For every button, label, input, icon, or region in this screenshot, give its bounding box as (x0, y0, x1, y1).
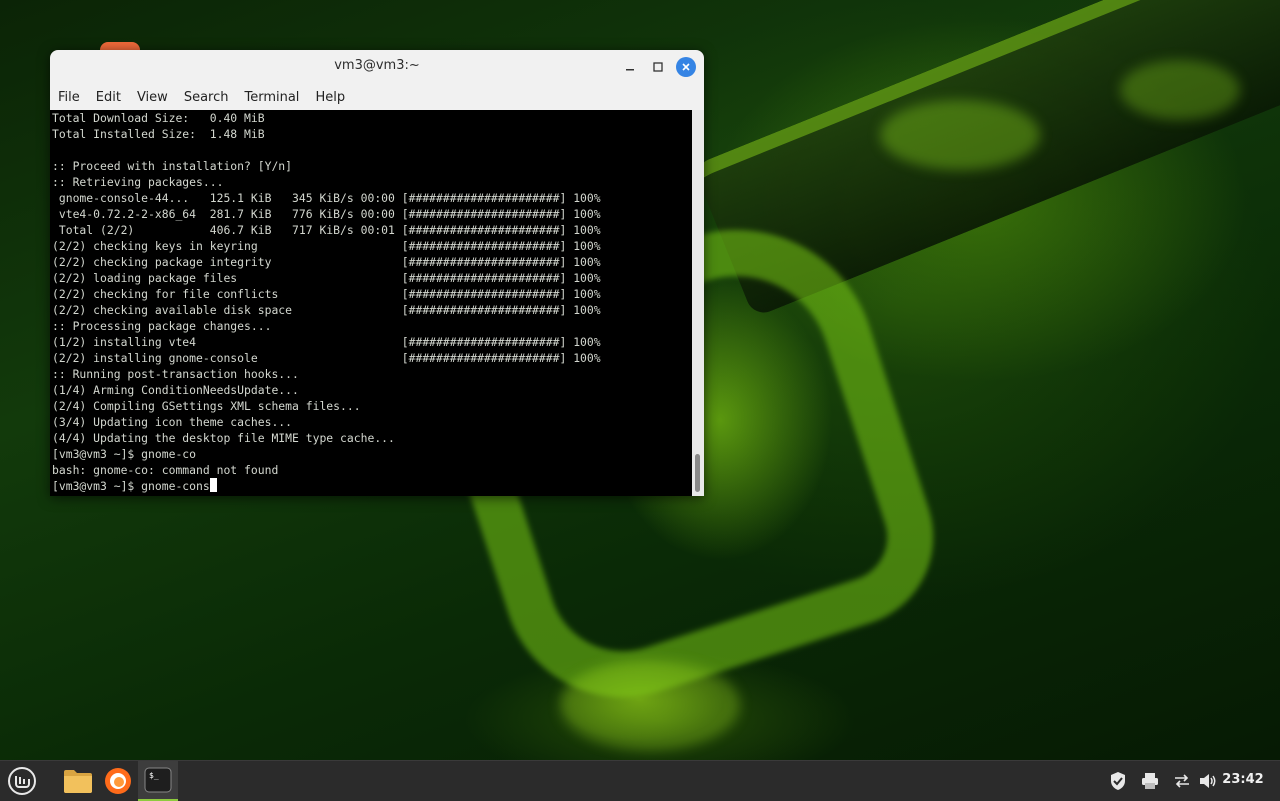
terminal-line: (1/2) installing vte4 [#################… (52, 335, 601, 349)
printer-icon (1142, 773, 1158, 789)
terminal-line: gnome-console-44... 125.1 KiB 345 KiB/s … (52, 191, 601, 205)
terminal-line: (2/2) checking keys in keyring [########… (52, 239, 601, 253)
terminal-line: (2/2) checking available disk space [###… (52, 303, 601, 317)
start-menu-button[interactable] (6, 765, 38, 797)
files-launcher-button[interactable] (62, 765, 94, 797)
terminal-line: Total Download Size: 0.40 MiB (52, 111, 265, 125)
wallpaper-glow (560, 660, 740, 750)
terminal-line: :: Proceed with installation? [Y/n] (52, 159, 293, 173)
terminal-line: (2/4) Compiling GSettings XML schema fil… (52, 399, 361, 413)
update-manager-tray[interactable] (1108, 771, 1128, 791)
minimize-icon (626, 69, 634, 71)
menu-help[interactable]: Help (307, 90, 353, 105)
terminal-line: (1/4) Arming ConditionNeedsUpdate... (52, 383, 299, 397)
terminal-prompt-line[interactable]: [vm3@vm3 ~]$ gnome-cons (52, 478, 217, 494)
minimize-button[interactable] (620, 57, 640, 77)
terminal-line: [vm3@vm3 ~]$ gnome-co (52, 447, 197, 461)
prompt-text: [vm3@vm3 ~]$ gnome-cons (52, 479, 210, 493)
clock[interactable]: 23:42 (1218, 772, 1268, 787)
scrollbar-thumb[interactable] (695, 454, 700, 492)
menu-edit[interactable]: Edit (88, 90, 129, 105)
window-titlebar[interactable]: vm3@vm3:~ (50, 50, 704, 85)
terminal-line: :: Running post-transaction hooks... (52, 367, 299, 381)
close-icon (682, 63, 690, 71)
terminal-scrollbar[interactable] (692, 110, 704, 496)
terminal-line: bash: gnome-co: command not found (52, 463, 279, 477)
terminal-output[interactable]: Total Download Size: 0.40 MiB Total Inst… (50, 110, 692, 496)
terminal-icon: $_ (144, 767, 172, 793)
text-cursor (209, 478, 217, 492)
terminal-line: (3/4) Updating icon theme caches... (52, 415, 293, 429)
terminal-line: Total Installed Size: 1.48 MiB (52, 127, 265, 141)
folder-icon (64, 770, 92, 793)
printer-tray[interactable] (1140, 771, 1160, 791)
menu-file[interactable]: File (50, 90, 88, 105)
terminal-line: vte4-0.72.2-2-x86_64 281.7 KiB 776 KiB/s… (52, 207, 601, 221)
terminal-window[interactable]: vm3@vm3:~ File Edit View Search Terminal… (50, 50, 704, 496)
close-button[interactable] (676, 57, 696, 77)
wallpaper-glow (1120, 60, 1240, 120)
firefox-icon (105, 768, 131, 794)
terminal-line: (2/2) installing gnome-console [########… (52, 351, 601, 365)
svg-text:$_: $_ (149, 771, 159, 780)
window-title: vm3@vm3:~ (334, 58, 420, 73)
volume-icon (1200, 774, 1216, 788)
maximize-button[interactable] (648, 57, 668, 77)
terminal-line: (2/2) loading package files [###########… (52, 271, 601, 285)
menu-view[interactable]: View (129, 90, 176, 105)
terminal-line: Total (2/2) 406.7 KiB 717 KiB/s 00:01 [#… (52, 223, 601, 237)
shield-icon (1111, 772, 1125, 790)
terminal-line: :: Processing package changes... (52, 319, 272, 333)
wallpaper-glow (880, 100, 1040, 170)
menu-terminal[interactable]: Terminal (236, 90, 307, 105)
terminal-task-button[interactable]: $_ (138, 761, 178, 801)
menu-bar: File Edit View Search Terminal Help (50, 84, 704, 110)
menu-search[interactable]: Search (176, 90, 237, 105)
mint-menu-icon (8, 767, 36, 795)
maximize-icon (653, 62, 663, 72)
firefox-launcher-button[interactable] (102, 765, 134, 797)
network-icon (1175, 774, 1189, 788)
network-tray[interactable] (1172, 771, 1192, 791)
taskbar: $_ 23:42 (0, 760, 1280, 801)
terminal-line: :: Retrieving packages... (52, 175, 224, 189)
terminal-line: (2/2) checking package integrity [######… (52, 255, 601, 269)
terminal-line: (2/2) checking for file conflicts [#####… (52, 287, 601, 301)
volume-tray[interactable] (1198, 771, 1218, 791)
terminal-line: (4/4) Updating the desktop file MIME typ… (52, 431, 395, 445)
